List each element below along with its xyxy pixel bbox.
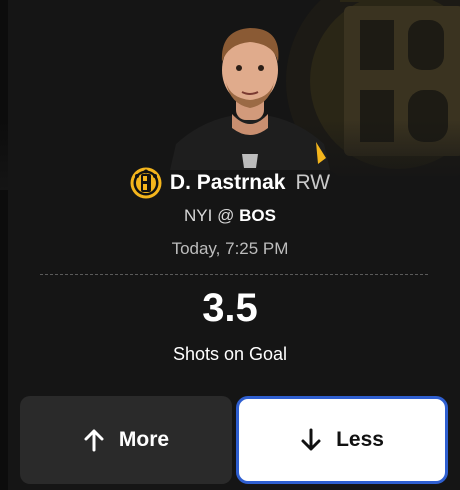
- game-time: Today, 7:25 PM: [171, 239, 289, 258]
- matchup-separator: @: [217, 206, 235, 225]
- prop-card: D. Pastrnak RW NYI @ BOS Today, 7:25 PM …: [0, 0, 460, 490]
- more-button[interactable]: More: [20, 396, 232, 484]
- away-team: NYI: [184, 206, 213, 225]
- arrow-down-icon: [301, 428, 321, 451]
- player-photo: [170, 28, 330, 170]
- home-team: BOS: [239, 206, 276, 225]
- arrow-up-icon: [84, 429, 104, 452]
- player-name: D. Pastrnak: [169, 171, 286, 194]
- line-value: 3.5: [202, 286, 258, 330]
- bruins-logo-icon: [130, 167, 162, 199]
- player-position: RW: [295, 171, 331, 194]
- divider: [40, 274, 428, 275]
- stat-label: Shots on Goal: [172, 344, 288, 364]
- more-button-label: More: [118, 428, 170, 451]
- less-button[interactable]: Less: [236, 396, 448, 484]
- less-button-label: Less: [336, 428, 384, 451]
- matchup: NYI @ BOS: [0, 206, 460, 226]
- player-name-row: D. Pastrnak RW: [0, 166, 460, 200]
